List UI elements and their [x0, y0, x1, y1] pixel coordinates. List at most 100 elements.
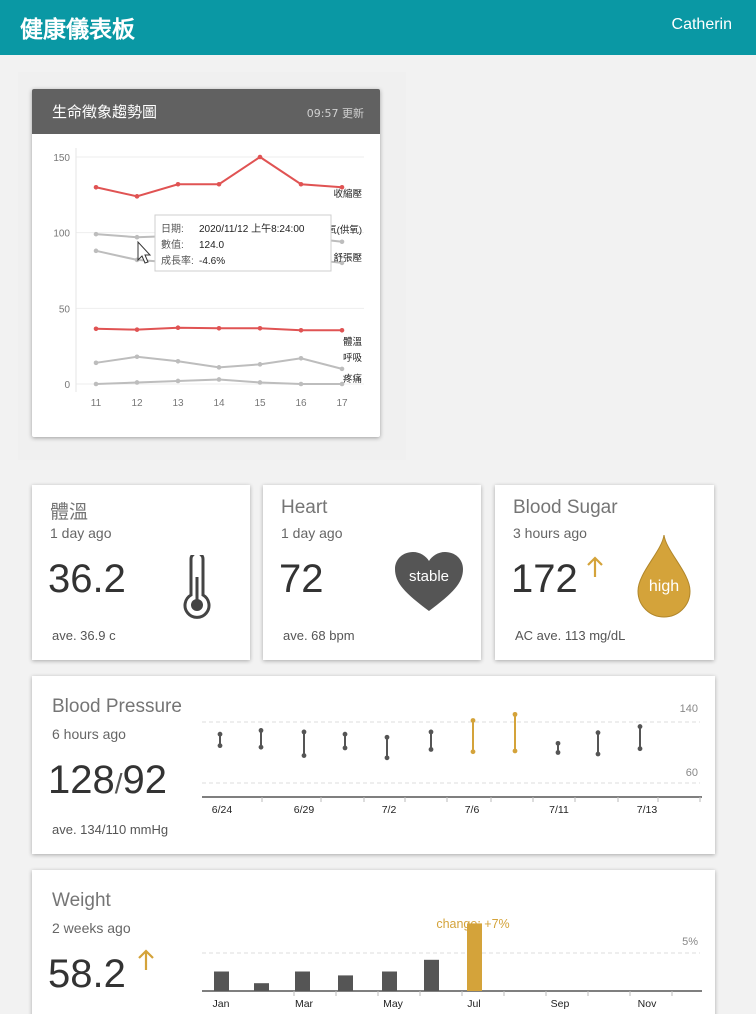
blood-pressure-value: 128/92	[48, 758, 167, 803]
bp-x-label: 7/11	[549, 804, 569, 816]
trend-point	[216, 377, 222, 382]
weight-value: 58.2	[48, 952, 126, 996]
vital-signs-trend-card: 生命徵象趨勢圖 09:57 更新 150 100 50 0 11 12 13 14 15 16 17…	[32, 89, 380, 437]
blood-pressure-updated: 6 hours ago	[52, 726, 126, 742]
blood-sugar-average: AC ave. 113 mg/dL	[515, 628, 626, 643]
trend-y-tick: 100	[53, 229, 70, 240]
trend-point	[175, 359, 181, 364]
trend-point	[298, 355, 304, 361]
top-app-bar: 健康儀表板 Catherin	[0, 0, 756, 55]
diastolic-value: 92	[122, 758, 168, 802]
trend-chart[interactable]: 150 100 50 0 11 12 13 14 15 16 17 收縮壓氧(供氧) 舒張壓體溫呼吸疼痛…	[32, 134, 380, 437]
trend-tooltip-label: 數值:	[161, 238, 184, 251]
blood-pressure-title: Blood Pressure	[52, 696, 182, 717]
trend-point	[93, 326, 99, 332]
trend-tooltip-value: -4.6%	[199, 256, 225, 267]
bp-systolic-point	[342, 731, 348, 737]
trend-x-tick: 12	[131, 398, 143, 409]
weight-bar	[424, 959, 439, 991]
trend-point	[216, 326, 222, 331]
trend-point	[93, 381, 99, 387]
app-title: 健康儀表板	[20, 17, 135, 43]
bp-x-label: 6/29	[294, 804, 315, 816]
trend-y-tick: 50	[59, 304, 71, 315]
bp-diastolic-point	[470, 749, 476, 755]
thermometer-icon	[183, 555, 211, 619]
bp-systolic-point	[512, 711, 518, 717]
bp-ref-label: 60	[686, 767, 698, 779]
bp-systolic-point	[301, 729, 307, 735]
systolic-value: 128	[48, 758, 115, 802]
bp-ref-label: 140	[680, 703, 698, 715]
trend-x-tick: 17	[336, 398, 348, 409]
trend-point	[298, 181, 304, 187]
trend-series-label: 氧(供氧)	[327, 224, 362, 236]
trend-point	[339, 366, 345, 372]
arrow-up-icon	[138, 949, 154, 970]
temperature-average: ave. 36.9 c	[52, 628, 116, 643]
trend-point	[339, 239, 345, 245]
trend-point	[134, 380, 140, 385]
weight-bar	[338, 975, 353, 991]
heart-average: ave. 68 bpm	[283, 628, 355, 643]
bp-systolic-point	[637, 724, 643, 729]
weight-ref-label: 5%	[682, 936, 698, 948]
heart-title: Heart	[281, 497, 328, 518]
trend-point	[257, 154, 263, 160]
trend-x-tick: 14	[213, 398, 225, 409]
bp-diastolic-point	[258, 744, 264, 750]
weight-x-label: Jul	[467, 998, 480, 1010]
trend-point	[216, 365, 222, 370]
weight-x-label: Mar	[295, 998, 314, 1010]
bp-systolic-point	[595, 730, 601, 736]
temperature-card[interactable]: 體溫 1 day ago 36.2 ave. 36.9 c	[32, 485, 250, 660]
blood-sugar-card[interactable]: Blood Sugar 3 hours ago 172 AC ave. 113 …	[495, 485, 714, 660]
weight-bar	[295, 971, 310, 991]
trend-point	[93, 231, 99, 237]
trend-point	[93, 360, 99, 366]
bp-diastolic-point	[301, 753, 307, 758]
trend-y-tick: 150	[53, 153, 70, 164]
blood-pressure-chart[interactable]: 140 60 6/24 6/29 7/2 7/6 7/11 7/13	[192, 694, 712, 824]
trend-x-tick: 13	[172, 398, 184, 409]
blood-sugar-title: Blood Sugar	[513, 497, 618, 518]
trend-point	[134, 234, 140, 240]
weight-x-label: Nov	[638, 998, 657, 1010]
weight-bar	[467, 923, 482, 991]
trend-point	[298, 381, 304, 387]
bp-diastolic-point	[342, 745, 348, 751]
bp-diastolic-point	[637, 746, 643, 752]
weight-x-label: Jan	[213, 998, 230, 1010]
blood-pressure-card[interactable]: Blood Pressure 6 hours ago 128/92 ave. 1…	[32, 676, 715, 854]
trend-tooltip-value: 2020/11/12 上午8:24:00	[199, 222, 305, 235]
trend-title: 生命徵象趨勢圖	[52, 103, 158, 121]
trend-point	[216, 181, 222, 187]
weight-bar	[214, 971, 229, 991]
user-name[interactable]: Catherin	[672, 16, 732, 34]
trend-series-label: 呼吸	[343, 353, 363, 364]
weight-bar	[382, 971, 397, 991]
trend-y-tick: 0	[64, 380, 70, 391]
trend-x-tick: 15	[254, 398, 266, 409]
arrow-up-icon	[587, 556, 603, 577]
bp-systolic-point	[217, 731, 223, 737]
blood-pressure-average: ave. 134/110 mmHg	[52, 822, 169, 837]
bp-diastolic-point	[384, 755, 390, 761]
weight-chart[interactable]: 5%change: +7%Jan Mar May Jul Sep Nov	[192, 910, 712, 1014]
trend-series-label: 舒張壓	[333, 252, 362, 264]
heart-card[interactable]: Heart 1 day ago 72 ave. 68 bpm stable	[263, 485, 481, 660]
weight-x-label: May	[383, 998, 404, 1010]
weight-bar	[254, 983, 269, 991]
weight-card[interactable]: Weight 2 weeks ago 58.2 5% change: +7% Jan…	[32, 870, 715, 1014]
trend-point	[257, 362, 263, 367]
trend-series-label: 收縮壓	[333, 188, 362, 200]
heart-value: 72	[279, 557, 324, 601]
bp-systolic-point	[470, 718, 476, 723]
bp-x-label: 7/13	[637, 804, 658, 816]
trend-tooltip-value: 124.0	[199, 240, 224, 251]
trend-updated-time: 09:57 更新	[306, 107, 364, 120]
bp-systolic-point	[258, 727, 264, 733]
bp-systolic-point	[555, 740, 561, 746]
bp-x-label: 6/24	[212, 804, 233, 816]
temperature-title: 體溫	[50, 501, 89, 523]
